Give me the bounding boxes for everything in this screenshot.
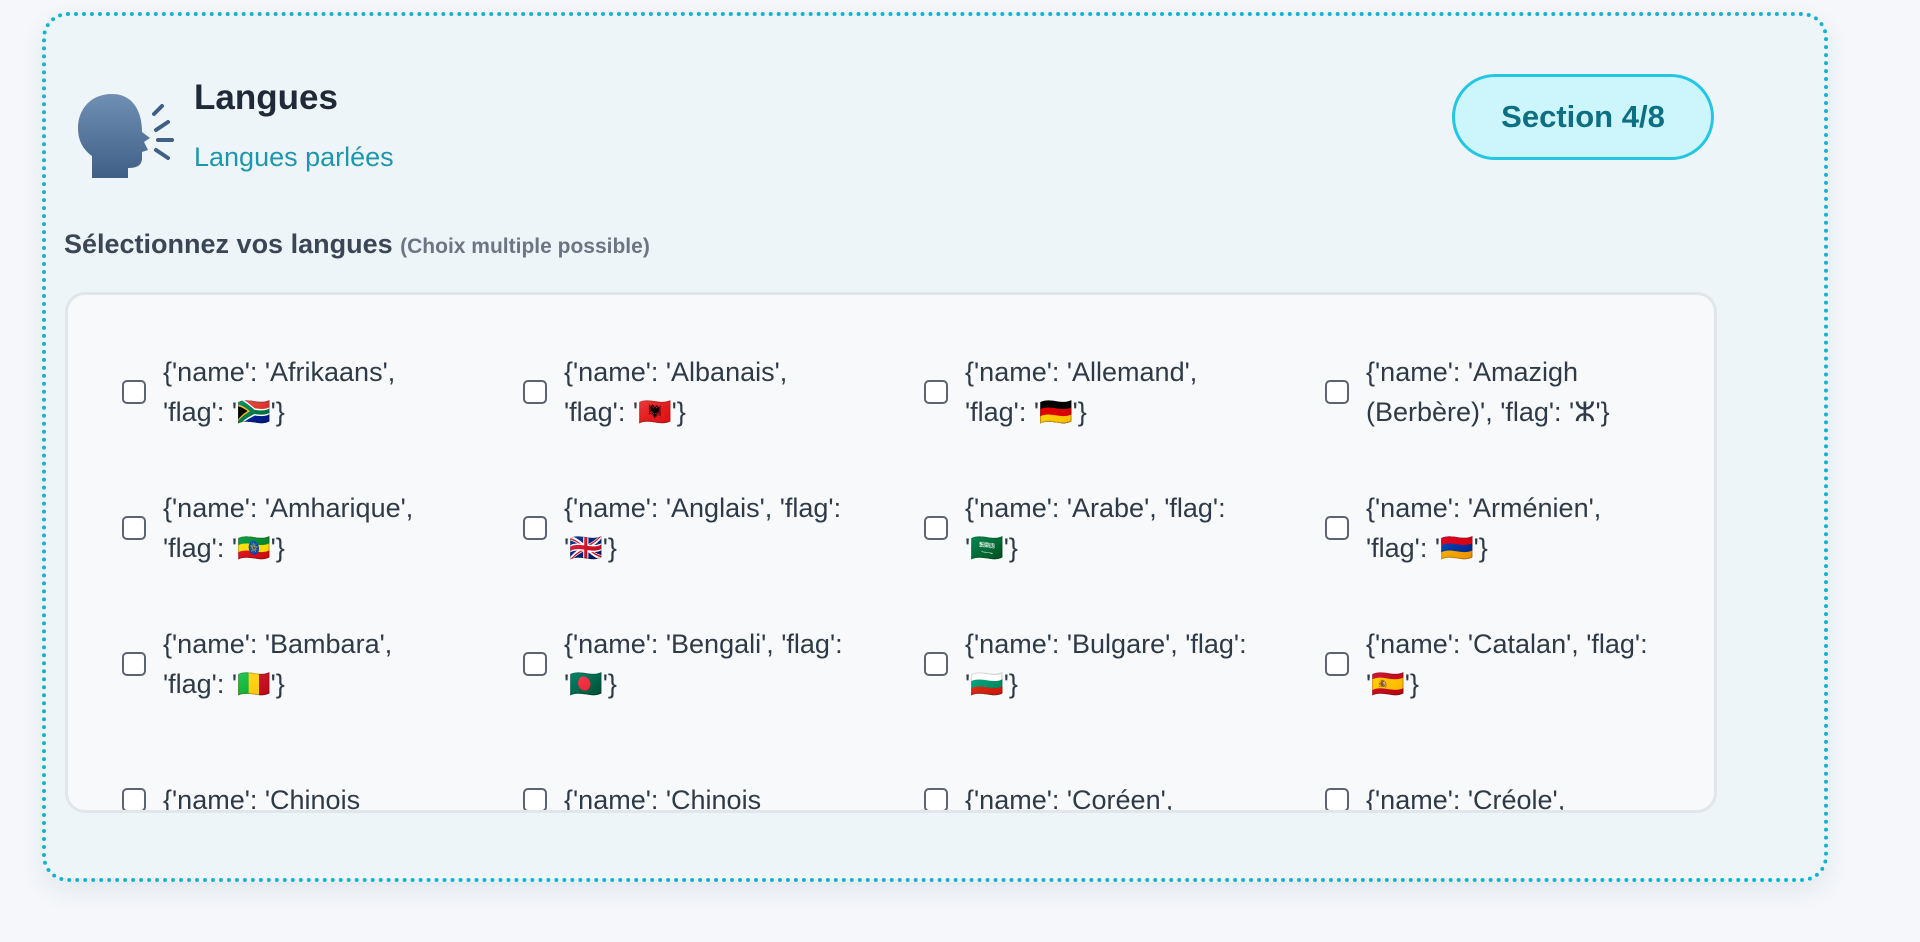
language-option[interactable]: {'name': 'Catalan', 'flag': '🇪🇸'} [1325,614,1705,714]
language-option[interactable]: {'name': 'Coréen', [924,750,1304,813]
language-checkbox[interactable] [924,652,948,676]
language-option[interactable]: {'name': 'Amharique', 'flag': '🇪🇹'} [122,478,502,578]
language-option-label: {'name': 'Bengali', 'flag': '🇧🇩'} [564,629,843,699]
language-checkbox[interactable] [122,380,146,404]
languages-options-list[interactable]: {'name': 'Afrikaans', 'flag': '🇿🇦'} {'nam… [65,292,1717,813]
section-progress-badge: Section 4/8 [1452,74,1714,160]
language-checkbox[interactable] [1325,788,1349,810]
languages-prompt-label: Sélectionnez vos langues [64,229,393,259]
language-checkbox[interactable] [523,516,547,540]
language-option-label: {'name': 'Bambara', 'flag': '🇲🇱'} [163,629,393,699]
languages-prompt: Sélectionnez vos langues (Choix multiple… [64,229,650,260]
language-option[interactable]: {'name': 'Bambara', 'flag': '🇲🇱'} [122,614,502,714]
language-checkbox[interactable] [122,788,146,810]
language-checkbox[interactable] [924,788,948,810]
language-option-label: {'name': 'Afrikaans', 'flag': '🇿🇦'} [163,357,396,427]
language-option-label: {'name': 'Catalan', 'flag': '🇪🇸'} [1366,629,1648,699]
language-option-label: {'name': 'Arabe', 'flag': '🇸🇦'} [965,493,1226,563]
language-checkbox[interactable] [122,652,146,676]
language-option-label: {'name': 'Anglais', 'flag': '🇬🇧'} [564,493,842,563]
language-checkbox[interactable] [1325,516,1349,540]
language-option[interactable]: {'name': 'Arménien', 'flag': '🇦🇲'} [1325,478,1705,578]
language-checkbox[interactable] [523,788,547,810]
language-option-label: {'name': 'Amharique', 'flag': '🇪🇹'} [163,493,414,563]
language-option[interactable]: {'name': 'Chinois [122,750,502,813]
language-checkbox[interactable] [523,652,547,676]
language-option-label: {'name': 'Arménien', 'flag': '🇦🇲'} [1366,493,1602,563]
language-option-label: {'name': 'Chinois [163,785,361,813]
language-option-label: {'name': 'Albanais', 'flag': '🇦🇱'} [564,357,788,427]
language-option-label: {'name': 'Chinois [564,785,762,813]
section-title: Langues [194,78,338,117]
language-option[interactable]: {'name': 'Afrikaans', 'flag': '🇿🇦'} [122,342,502,442]
language-checkbox[interactable] [924,380,948,404]
language-option-label: {'name': 'Créole', [1366,785,1566,813]
language-checkbox[interactable] [523,380,547,404]
language-option[interactable]: {'name': 'Anglais', 'flag': '🇬🇧'} [523,478,903,578]
section-subtitle: Langues parlées [194,142,394,172]
language-option[interactable]: {'name': 'Bulgare', 'flag': '🇧🇬'} [924,614,1304,714]
language-checkbox[interactable] [122,516,146,540]
language-option-label: {'name': 'Coréen', [965,785,1174,813]
language-option[interactable]: {'name': 'Créole', [1325,750,1705,813]
language-checkbox[interactable] [1325,380,1349,404]
language-option[interactable]: {'name': 'Bengali', 'flag': '🇧🇩'} [523,614,903,714]
language-option-label: {'name': 'Allemand', 'flag': '🇩🇪'} [965,357,1198,427]
language-option-label: {'name': 'Bulgare', 'flag': '🇧🇬'} [965,629,1247,699]
language-option-label: {'name': 'Amazigh (Berbère)', 'flag': 'ⵣ… [1366,357,1610,427]
language-option[interactable]: {'name': 'Arabe', 'flag': '🇸🇦'} [924,478,1304,578]
language-checkbox[interactable] [1325,652,1349,676]
language-option[interactable]: {'name': 'Amazigh (Berbère)', 'flag': 'ⵣ… [1325,342,1705,442]
languages-prompt-hint: (Choix multiple possible) [400,235,650,258]
language-option[interactable]: {'name': 'Allemand', 'flag': '🇩🇪'} [924,342,1304,442]
language-checkbox[interactable] [924,516,948,540]
language-option[interactable]: {'name': 'Chinois [523,750,903,813]
language-option[interactable]: {'name': 'Albanais', 'flag': '🇦🇱'} [523,342,903,442]
speaking-head-icon [78,94,174,178]
